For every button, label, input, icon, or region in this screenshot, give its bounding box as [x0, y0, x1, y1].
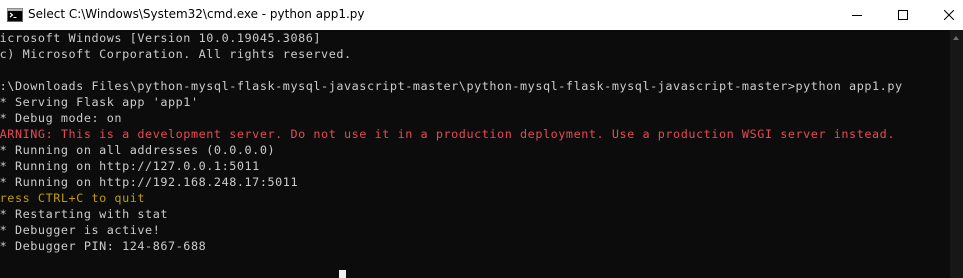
console-output[interactable]: Microsoft Windows [Version 10.0.19045.30…	[0, 30, 950, 278]
cmd-app-icon[interactable]	[7, 8, 23, 22]
minimize-button[interactable]	[834, 0, 880, 30]
minimize-icon	[852, 15, 862, 16]
console-line: * Running on http://127.0.0.1:5011	[0, 159, 260, 173]
close-button[interactable]	[926, 0, 963, 30]
window-title: Select C:\Windows\System32\cmd.exe - pyt…	[28, 7, 365, 21]
console-line: * Restarting with stat	[0, 207, 169, 221]
console-line: * Debug mode: on	[0, 111, 123, 125]
console-line: Microsoft Windows [Version 10.0.19045.30…	[0, 31, 322, 45]
console-line: Press CTRL+C to quit	[0, 191, 146, 205]
cmd-window: Select C:\Windows\System32\cmd.exe - pyt…	[0, 0, 963, 278]
vertical-scrollbar[interactable]	[950, 30, 963, 278]
scroll-up-arrow-icon[interactable]	[953, 36, 959, 40]
text-cursor	[339, 270, 346, 278]
close-icon	[944, 10, 954, 20]
console-line: (c) Microsoft Corporation. All rights re…	[0, 47, 352, 61]
title-bar[interactable]: Select C:\Windows\System32\cmd.exe - pyt…	[0, 0, 963, 30]
console-line: * Running on http://192.168.248.17:5011	[0, 175, 299, 189]
console-line: * Running on all addresses (0.0.0.0)	[0, 143, 276, 157]
console-line: WARNING: This is a development server. D…	[0, 127, 895, 141]
console-line: C:\Downloads Files\python-mysql-flask-my…	[0, 79, 903, 93]
maximize-button[interactable]	[880, 0, 926, 30]
console-line: * Debugger is active!	[0, 223, 161, 237]
console-line: * Serving Flask app 'app1'	[0, 95, 199, 109]
console-line: * Debugger PIN: 124-867-688	[0, 239, 207, 253]
maximize-icon	[898, 10, 908, 20]
